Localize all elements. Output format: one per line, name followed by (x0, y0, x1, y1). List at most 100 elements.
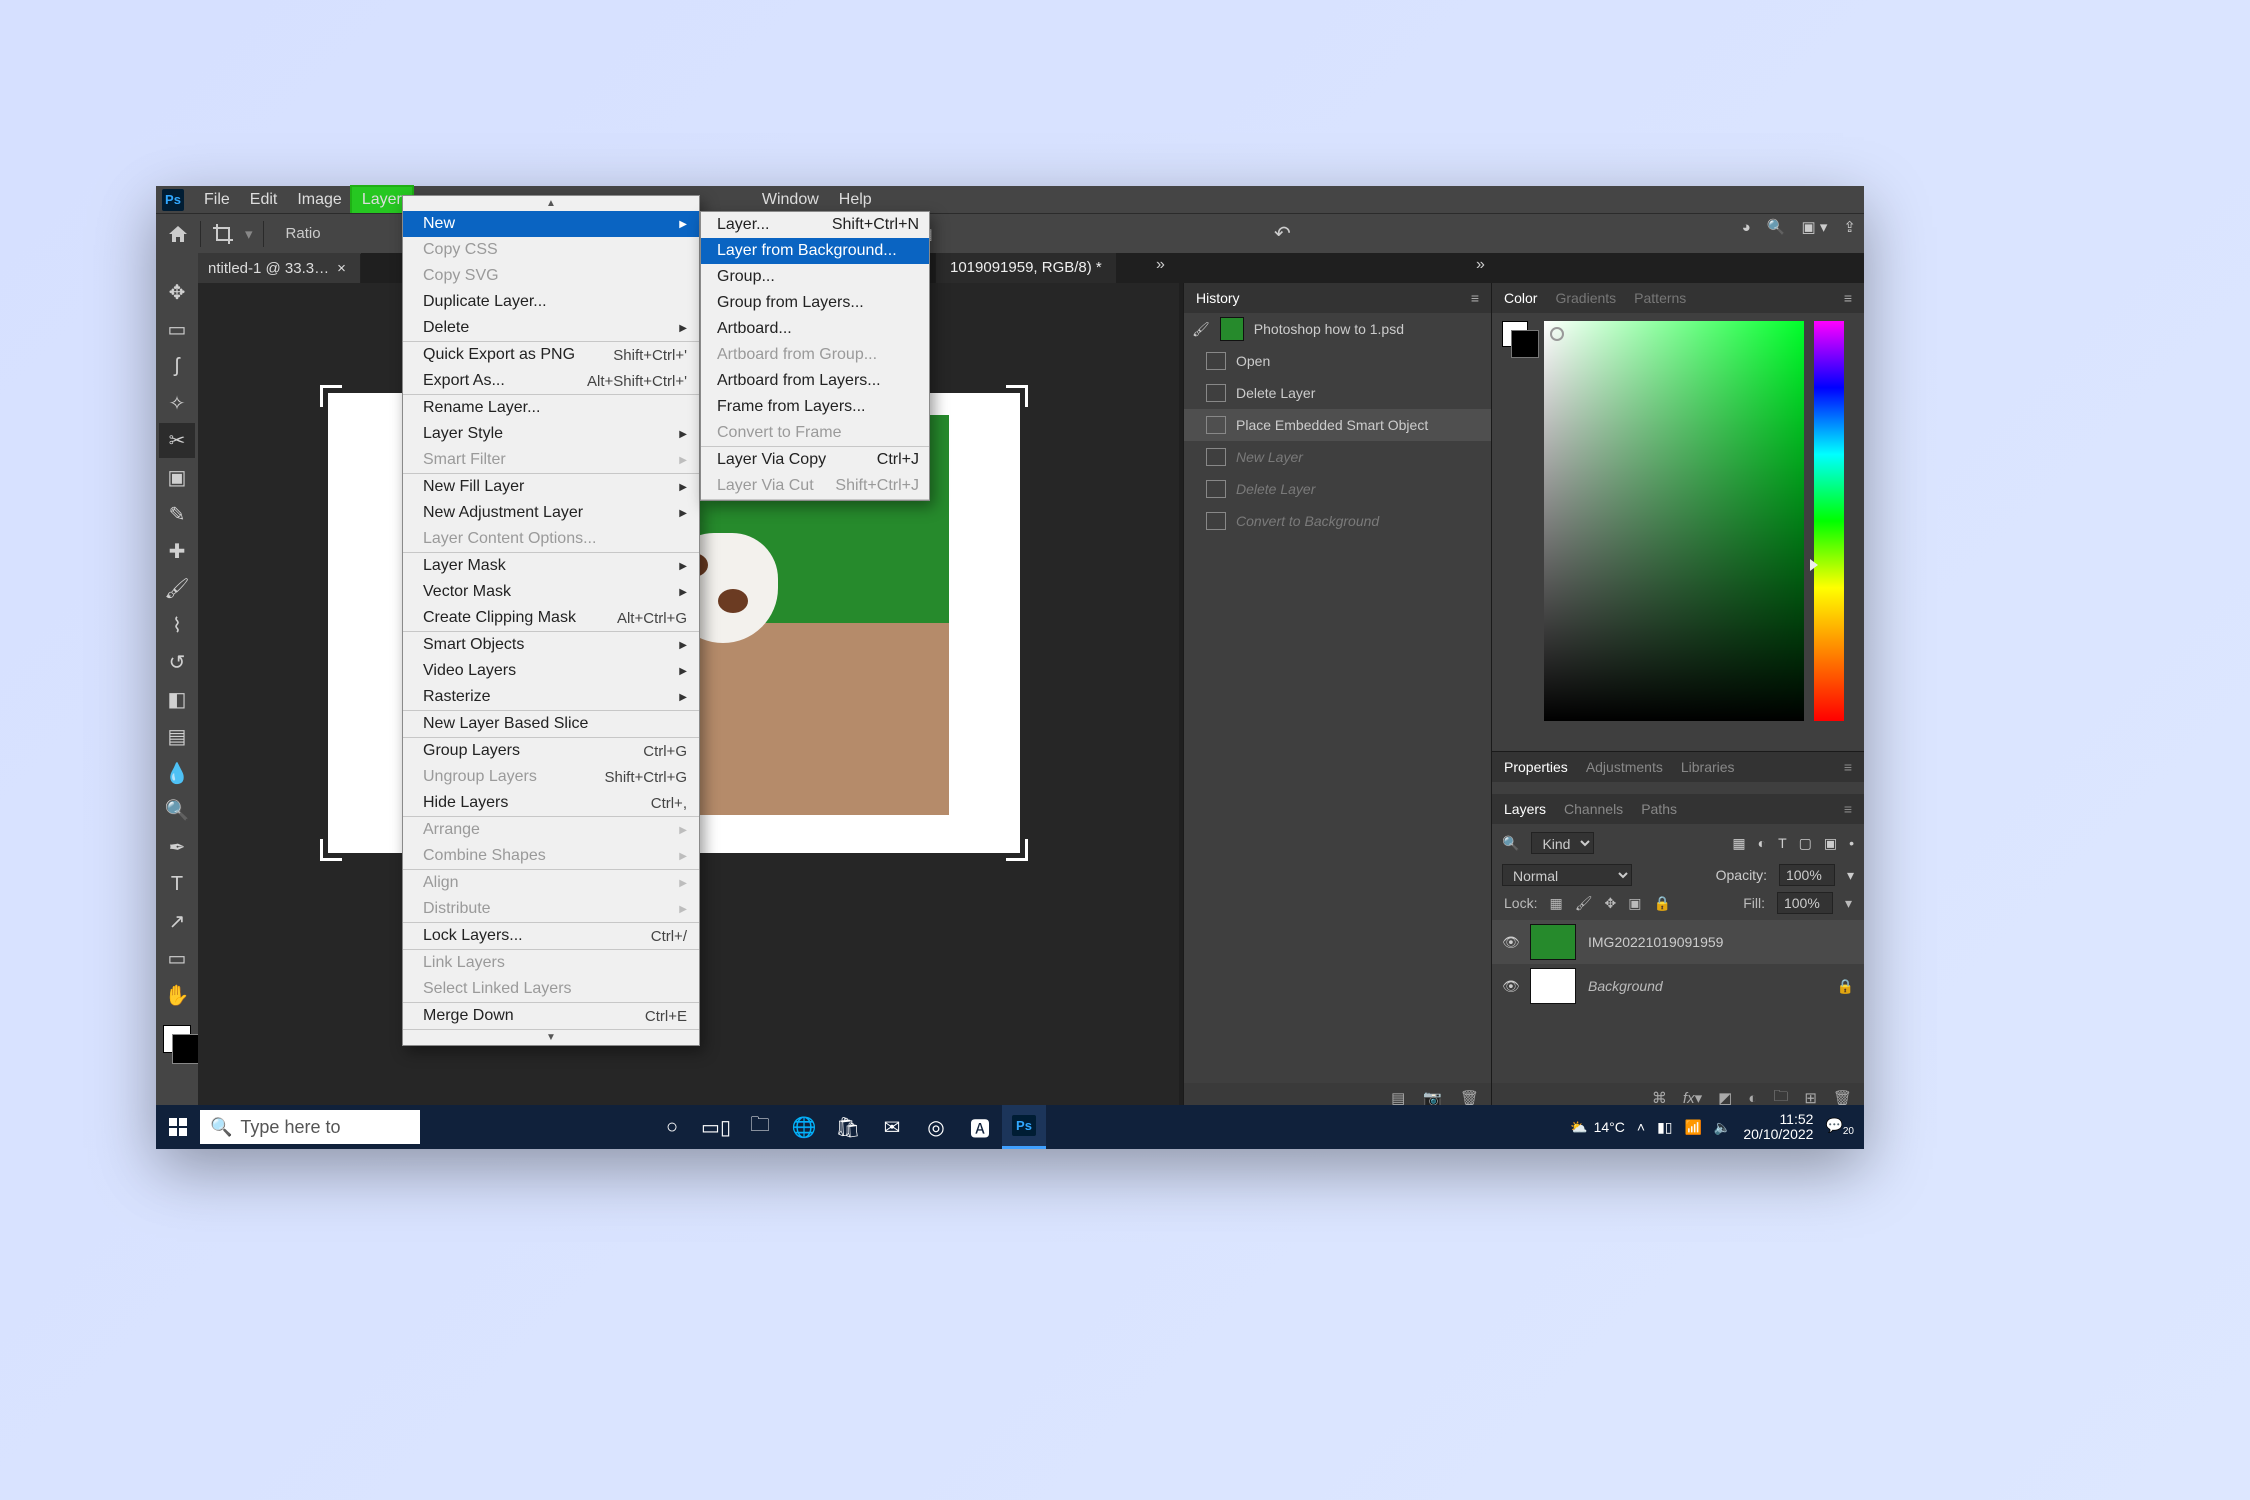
color-foreground-background[interactable] (1502, 321, 1528, 347)
undo-icon[interactable]: ↶ (1274, 221, 1291, 246)
tray-chevron-icon[interactable]: ˄ (1637, 1119, 1645, 1135)
layer-menu-item[interactable]: Smart Objects (403, 632, 699, 658)
layer-menu-item[interactable]: Rename Layer... (403, 395, 699, 421)
path-tool-icon[interactable]: ↗ (159, 904, 195, 939)
app-icon[interactable]: 🅰 (958, 1105, 1002, 1149)
blend-mode-select[interactable]: Normal (1502, 864, 1632, 886)
dodge-tool-icon[interactable]: 🔍 (159, 793, 195, 828)
properties-tab[interactable]: Properties (1504, 759, 1568, 775)
new-submenu-item[interactable]: Frame from Layers... (701, 394, 929, 420)
home-icon[interactable] (166, 222, 190, 246)
mail-icon[interactable]: ✉ (870, 1105, 914, 1149)
arrange-icon[interactable]: ▣ ▾ (1802, 218, 1828, 236)
doc-tab-active[interactable]: 1019091959, RGB/8) * (936, 253, 1116, 283)
historybrush-tool-icon[interactable]: ↺ (159, 645, 195, 680)
stamp-tool-icon[interactable]: ⌇ (159, 608, 195, 643)
lasso-tool-icon[interactable]: ʃ (159, 349, 195, 384)
blur-tool-icon[interactable]: 💧 (159, 756, 195, 791)
taskbar-search[interactable]: 🔍 Type here to (200, 1110, 420, 1144)
panel-menu-icon[interactable]: ≡ (1844, 759, 1852, 775)
layer-menu-item[interactable]: Vector Mask (403, 579, 699, 605)
layer-menu-item[interactable]: Duplicate Layer... (403, 289, 699, 315)
layer-menu-item[interactable]: New (403, 211, 699, 237)
hue-slider-handle[interactable] (1810, 559, 1818, 571)
menu-scroll-up-icon[interactable]: ▲ (403, 196, 699, 211)
battery-icon[interactable]: ▮▯ (1657, 1119, 1672, 1136)
lock-position-icon[interactable]: ✥ (1604, 895, 1616, 912)
opacity-input[interactable]: 100% (1779, 864, 1835, 886)
layer-row[interactable]: 👁Background🔒 (1492, 964, 1864, 1008)
panel-menu-icon[interactable]: ≡ (1844, 290, 1852, 306)
new-submenu-item[interactable]: Artboard... (701, 316, 929, 342)
doc-tab-1[interactable]: ntitled-1 @ 33.3… × (198, 254, 361, 283)
layer-menu-item[interactable]: New Adjustment Layer (403, 500, 699, 526)
photoshop-taskbar-icon[interactable]: Ps (1002, 1105, 1046, 1149)
brush-tool-icon[interactable]: 🖌 (159, 571, 195, 606)
marquee-tool-icon[interactable]: ▭ (159, 312, 195, 347)
color-swatch[interactable] (163, 1025, 191, 1053)
adjustment-layer-icon[interactable]: ◐ (1748, 1090, 1757, 1107)
shape-tool-icon[interactable]: ▭ (159, 941, 195, 976)
new-submenu-item[interactable]: Layer from Background... (701, 238, 929, 264)
new-submenu-item[interactable]: Group... (701, 264, 929, 290)
new-submenu-item[interactable]: Layer Via CopyCtrl+J (701, 447, 929, 473)
lock-all-icon[interactable]: 🔒 (1653, 895, 1670, 912)
filter-shape-icon[interactable]: ▢ (1799, 835, 1812, 852)
lock-artboard-icon[interactable]: ▣ (1628, 895, 1641, 912)
eyedropper-tool-icon[interactable]: ✎ (159, 497, 195, 532)
new-submenu-item[interactable]: Group from Layers... (701, 290, 929, 316)
wifi-icon[interactable]: 📶 (1684, 1119, 1701, 1136)
chevron-down-icon[interactable]: ▾ (1845, 895, 1852, 912)
filter-search-icon[interactable]: 🔍 (1502, 835, 1519, 852)
cortana-icon[interactable]: ○ (650, 1105, 694, 1149)
pen-tool-icon[interactable]: ✒ (159, 830, 195, 865)
layer-menu-item[interactable]: Quick Export as PNGShift+Ctrl+' (403, 342, 699, 368)
layer-menu-item[interactable]: Group LayersCtrl+G (403, 738, 699, 764)
panel-menu-icon[interactable]: ≡ (1471, 290, 1479, 306)
wand-tool-icon[interactable]: ✧ (159, 386, 195, 421)
panel-overflow-chevron-icon[interactable]: » (1476, 256, 1485, 274)
menu-help[interactable]: Help (829, 187, 882, 213)
profile-icon[interactable]: ◕ (1742, 219, 1751, 236)
store-icon[interactable]: 🛍 (826, 1105, 870, 1149)
history-tab[interactable]: History (1196, 286, 1240, 310)
layer-menu-item[interactable]: Layer Style (403, 421, 699, 447)
hue-slider[interactable] (1814, 321, 1844, 721)
gradient-tool-icon[interactable]: ▤ (159, 719, 195, 754)
libraries-tab[interactable]: Libraries (1681, 759, 1735, 775)
crop-tool-icon[interactable]: ✂ (159, 423, 195, 458)
explorer-icon[interactable]: 🗀 (738, 1105, 782, 1149)
hsv-picker[interactable] (1544, 321, 1804, 721)
layer-menu-item[interactable]: New Fill Layer (403, 474, 699, 500)
channels-tab[interactable]: Channels (1564, 801, 1623, 817)
fill-input[interactable]: 100% (1777, 892, 1833, 914)
filter-type-icon[interactable]: T (1778, 835, 1787, 851)
doc-tab-close-icon[interactable]: × (337, 260, 346, 277)
move-tool-icon[interactable]: ✥ (159, 275, 195, 310)
menu-window[interactable]: Window (752, 187, 829, 213)
layer-menu-item[interactable]: New Layer Based Slice (403, 711, 699, 737)
filter-adjust-icon[interactable]: ◐ (1758, 835, 1766, 851)
filter-toggle-icon[interactable]: • (1849, 835, 1854, 851)
filter-pixel-icon[interactable]: ▦ (1732, 835, 1745, 852)
menu-edit[interactable]: Edit (240, 187, 288, 213)
panel-menu-icon[interactable]: ≡ (1844, 801, 1852, 817)
start-button-icon[interactable] (156, 1105, 200, 1149)
layer-menu-item[interactable]: Create Clipping MaskAlt+Ctrl+G (403, 605, 699, 631)
lock-transparency-icon[interactable]: ▦ (1549, 895, 1562, 912)
new-submenu-item[interactable]: Artboard from Layers... (701, 368, 929, 394)
color-tab[interactable]: Color (1504, 286, 1537, 310)
eraser-tool-icon[interactable]: ◧ (159, 682, 195, 717)
menu-file[interactable]: File (194, 187, 240, 213)
crop-handle-bl[interactable] (320, 839, 342, 861)
history-step[interactable]: Delete Layer (1184, 377, 1491, 409)
search-icon[interactable]: 🔍 (1767, 218, 1786, 236)
share-icon[interactable]: ⇪ (1843, 218, 1856, 236)
layer-menu-item[interactable]: Delete (403, 315, 699, 341)
layers-tab[interactable]: Layers (1504, 801, 1546, 817)
crop-handle-tr[interactable] (1006, 385, 1028, 407)
layer-row[interactable]: 👁IMG20221019091959 (1492, 920, 1864, 964)
menu-image[interactable]: Image (287, 187, 351, 213)
frame-tool-icon[interactable]: ▣ (159, 460, 195, 495)
chrome-icon[interactable]: ◎ (914, 1105, 958, 1149)
